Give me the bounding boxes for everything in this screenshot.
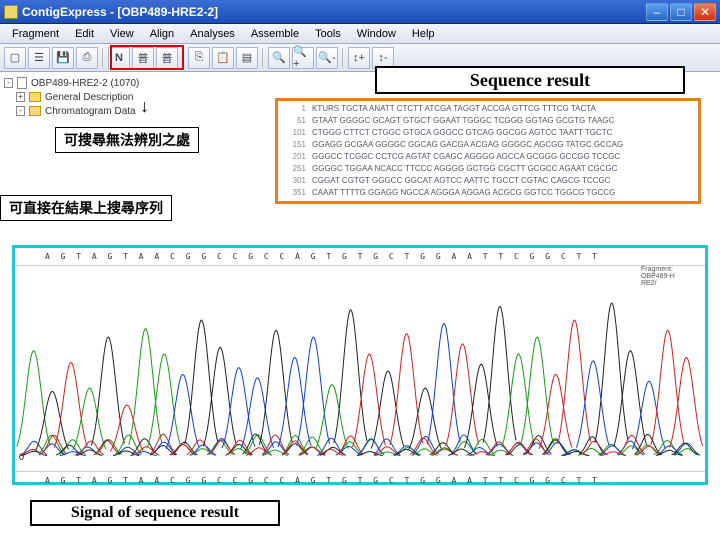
close-button[interactable]: ✕ <box>694 3 716 21</box>
annotation-search-on-result: 可直接在結果上搜尋序列 <box>0 195 172 221</box>
print-icon[interactable]: ⎙ <box>76 47 98 69</box>
tree-row[interactable]: - OBP489-HRE2-2 (1070) <box>4 76 204 90</box>
annotation-find-unreadable: 可搜尋無法辨別之處 <box>55 127 199 153</box>
expand-icon[interactable]: + <box>16 92 25 102</box>
expand-icon[interactable]: - <box>16 106 25 116</box>
chromatogram-letters-top: A G T A G T A A C G G C C G C C A G T G … <box>15 248 705 266</box>
folder-icon <box>29 106 41 116</box>
zoom-in-icon[interactable]: 🔍+ <box>292 47 314 69</box>
chromatogram-trace[interactable]: 0 <box>15 266 705 466</box>
scale-up-icon[interactable]: ↕+ <box>348 47 370 69</box>
sequence-result-label: Sequence result <box>375 66 685 94</box>
sequence-text-block[interactable]: 1KTURS TGCTA ANATT CTCTT ATCGA TAGGT ACC… <box>275 98 701 204</box>
menu-view[interactable]: View <box>102 26 142 42</box>
book-icon[interactable]: ▤ <box>236 47 258 69</box>
open-icon[interactable]: ☰ <box>28 47 50 69</box>
project-tree[interactable]: - OBP489-HRE2-2 (1070) + General Descrip… <box>4 76 204 118</box>
tree-label: General Description <box>45 92 133 103</box>
tree-label: Chromatogram Data <box>45 106 136 117</box>
app-icon <box>4 5 18 19</box>
menu-assemble[interactable]: Assemble <box>243 26 307 42</box>
menubar: Fragment Edit View Align Analyses Assemb… <box>0 24 720 44</box>
new-icon[interactable]: ▢ <box>4 47 26 69</box>
copy-icon[interactable]: ⎘ <box>188 47 210 69</box>
separator <box>102 48 104 68</box>
paste-icon[interactable]: 📋 <box>212 47 234 69</box>
chromatogram-panel: A G T A G T A A C G G C C G C C A G T G … <box>12 245 708 485</box>
tree-row[interactable]: - Chromatogram Data <box>4 104 204 118</box>
tree-row[interactable]: + General Description <box>4 90 204 104</box>
menu-tools[interactable]: Tools <box>307 26 349 42</box>
maximize-button[interactable]: □ <box>670 3 692 21</box>
chromatogram-letters-bottom: A G T A G T A A C G G C C G C C A G T G … <box>15 471 705 489</box>
expand-icon[interactable]: - <box>4 78 13 88</box>
titlebar: ContigExpress - [OBP489-HRE2-2] – □ ✕ <box>0 0 720 24</box>
save-icon[interactable]: 💾 <box>52 47 74 69</box>
menu-help[interactable]: Help <box>404 26 443 42</box>
menu-window[interactable]: Window <box>349 26 404 42</box>
menu-align[interactable]: Align <box>142 26 182 42</box>
zoom-out-icon[interactable]: 🔍- <box>316 47 338 69</box>
magnify-icon[interactable]: 🔍 <box>268 47 290 69</box>
minimize-button[interactable]: – <box>646 3 668 21</box>
menu-analyses[interactable]: Analyses <box>182 26 243 42</box>
signal-of-sequence-label: Signal of sequence result <box>30 500 280 526</box>
menu-fragment[interactable]: Fragment <box>4 26 67 42</box>
chromatogram-side-label: Fragment: OBP489-H RE2/ <box>641 266 701 287</box>
window-title: ContigExpress - [OBP489-HRE2-2] <box>22 5 644 19</box>
separator <box>342 48 344 68</box>
folder-icon <box>29 92 41 102</box>
highlight-red-box <box>110 45 184 70</box>
menu-edit[interactable]: Edit <box>67 26 102 42</box>
document-icon <box>17 77 27 89</box>
separator <box>262 48 264 68</box>
tree-label: OBP489-HRE2-2 (1070) <box>31 78 139 89</box>
